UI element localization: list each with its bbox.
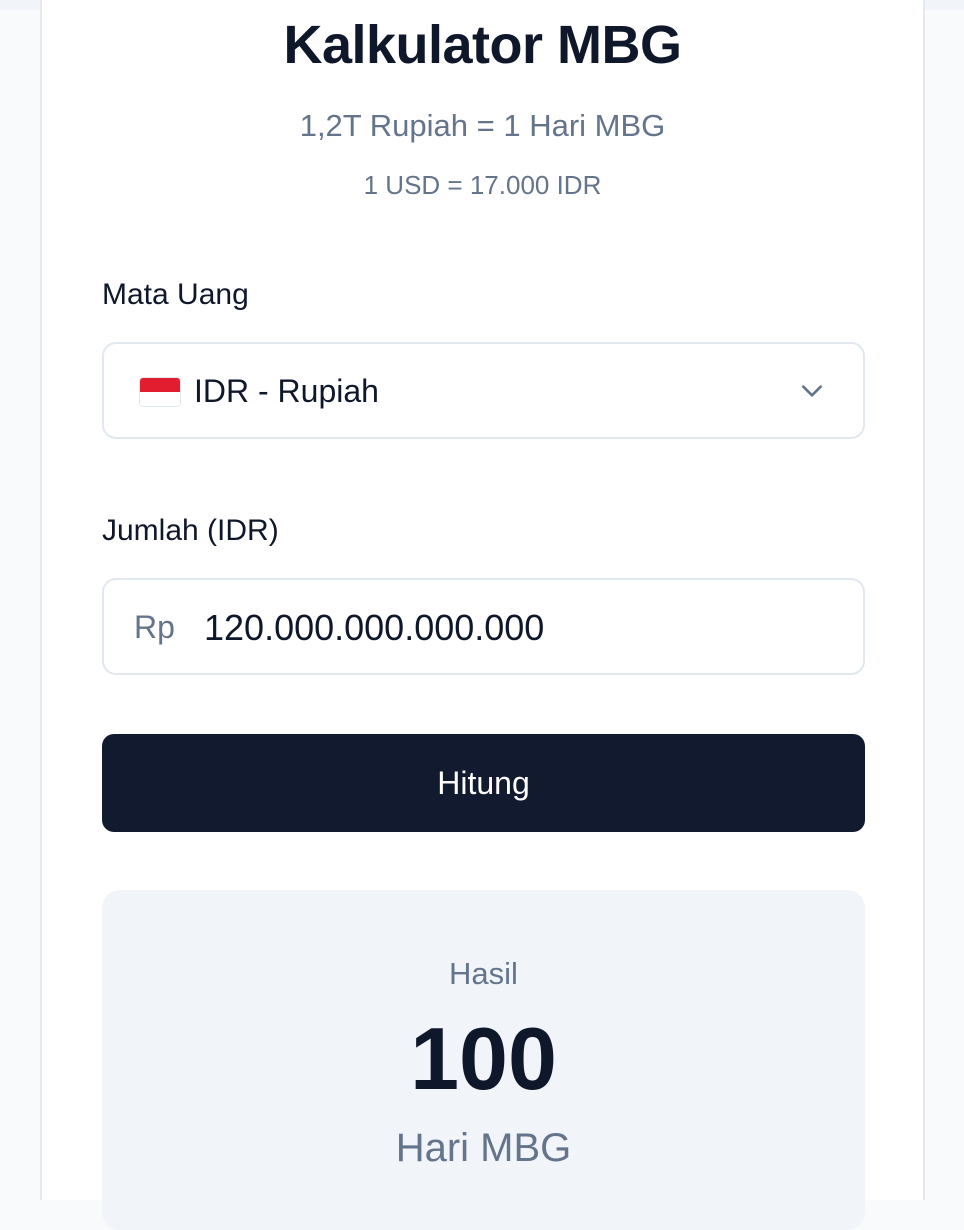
page-title: Kalkulator MBG (283, 15, 682, 75)
calculator-card: Kalkulator MBG 1,2T Rupiah = 1 Hari MBG … (40, 0, 925, 1230)
result-value: 100 (410, 1009, 557, 1108)
amount-input[interactable] (204, 606, 824, 650)
exchange-rate: 1 USD = 17.000 IDR (363, 170, 602, 200)
indonesia-flag-icon (140, 378, 180, 406)
result-panel: Hasil 100 Hari MBG (102, 890, 865, 1230)
currency-select[interactable]: IDR - Rupiah (102, 342, 865, 439)
currency-label: Mata Uang (102, 278, 249, 311)
amount-field: Rp (102, 578, 865, 675)
calculate-button[interactable]: Hitung (102, 734, 865, 832)
result-unit: Hari MBG (395, 1126, 572, 1170)
amount-label: Jumlah (IDR) (102, 514, 279, 547)
chevron-down-icon (802, 385, 822, 397)
conversion-subtitle: 1,2T Rupiah = 1 Hari MBG (299, 108, 666, 143)
currency-prefix: Rp (134, 609, 175, 645)
result-label: Hasil (449, 956, 518, 991)
currency-selected-value: IDR - Rupiah (194, 373, 379, 409)
